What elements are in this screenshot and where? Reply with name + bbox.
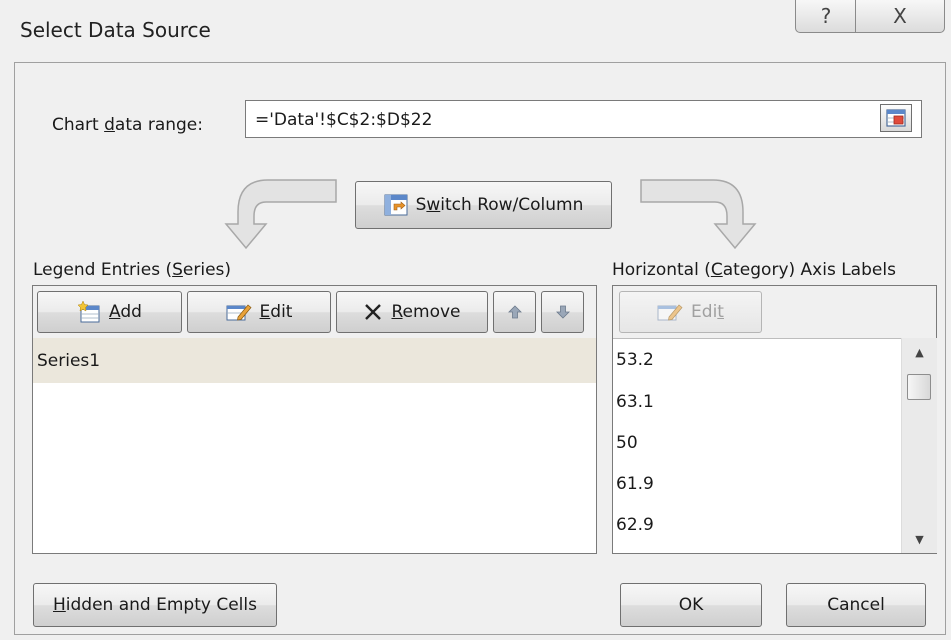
axis-labels-title: Horizontal (Category) Axis Labels [612,260,896,280]
move-up-button[interactable] [493,291,536,333]
list-item: 61.9 [616,473,654,494]
scroll-up-icon[interactable]: ▲ [902,342,937,362]
add-icon [77,301,100,323]
switch-row-column-icon [384,194,408,216]
remove-series-button[interactable]: Remove [336,291,488,333]
list-item: 50 [616,432,638,453]
switch-row-column-button[interactable]: Switch Row/Column [355,181,612,229]
axis-labels-scrollbar[interactable]: ▲ ▼ [901,338,937,553]
close-button[interactable]: X [855,0,945,33]
chart-data-range-label: Chart data range: [52,115,203,135]
add-series-button[interactable]: Add [37,291,182,333]
legend-entries-title: Legend Entries (Series) [33,260,232,280]
scroll-down-icon[interactable]: ▼ [902,529,937,549]
cancel-button[interactable]: Cancel [786,583,926,627]
hidden-empty-cells-button[interactable]: Hidden and Empty Cells [33,583,277,627]
axis-labels-list: 53.2 63.1 50 61.9 62.9 [613,338,901,545]
axis-toolbar: Edit [613,286,936,339]
list-item[interactable]: Series1 [33,338,596,383]
close-icon: X [893,4,907,28]
arrow-down-icon [555,305,570,319]
chart-data-range-value: ='Data'!$C$2:$D$22 [255,110,433,130]
move-down-button[interactable] [541,291,584,333]
help-button[interactable]: ? [795,0,857,33]
list-item: 62.9 [616,514,654,535]
edit-series-button[interactable]: Edit [187,291,331,333]
range-select-icon [886,109,906,127]
edit-icon [226,304,252,321]
legend-entries-panel: Add Edit Remove Series1 [32,285,597,554]
scrollbar-thumb[interactable] [907,374,931,400]
remove-icon [365,304,382,320]
edit-icon [657,304,683,321]
axis-labels-panel: Edit 53.2 63.1 50 61.9 62.9 ▲ ▼ [612,285,937,554]
dialog-title: Select Data Source [20,18,211,42]
series-name: Series1 [37,350,101,371]
list-item: 53.2 [616,349,654,370]
left-arrow-decoration [224,179,337,250]
range-collapse-button[interactable] [880,104,912,132]
list-item: 63.1 [616,391,654,412]
help-icon: ? [820,4,832,28]
legend-toolbar: Add Edit Remove [33,286,596,339]
right-arrow-decoration [640,179,757,250]
edit-axis-labels-button[interactable]: Edit [619,291,762,333]
arrow-up-icon [507,305,522,319]
ok-button[interactable]: OK [620,583,762,627]
